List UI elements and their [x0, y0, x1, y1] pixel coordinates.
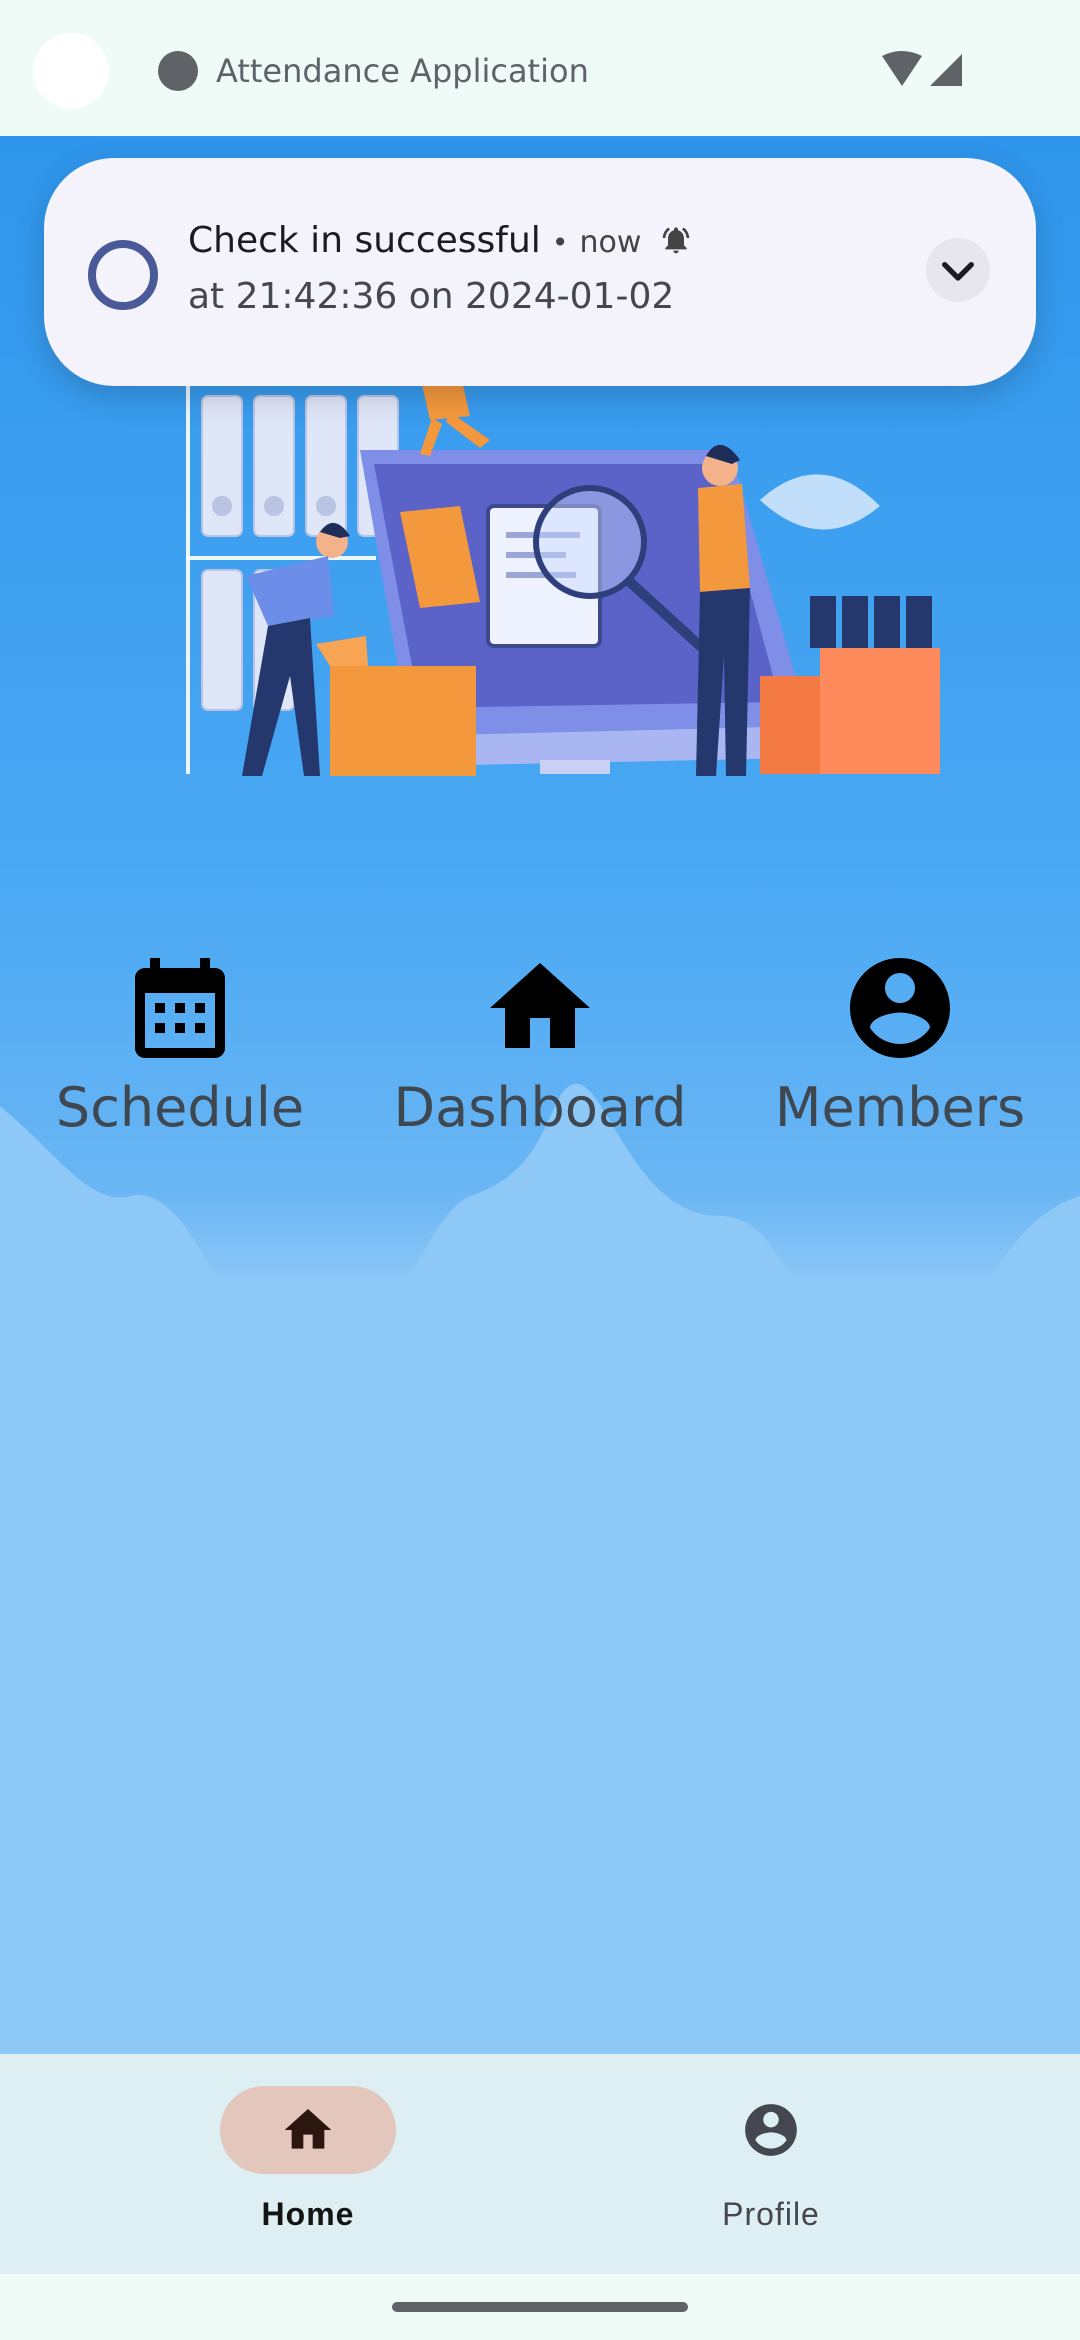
menu-item-schedule[interactable]: Schedule — [30, 948, 330, 1188]
check-in-notification[interactable]: Check in successful • now at 21:42:36 on… — [44, 158, 1036, 386]
nav-item-home[interactable]: Home — [158, 2086, 458, 2256]
notification-title: Check in successful — [188, 220, 541, 261]
bell-ringing-icon — [663, 227, 690, 254]
wifi-icon — [882, 51, 922, 86]
home-content: Schedule Dashboard Members — [0, 136, 1080, 2054]
nav-active-indicator — [220, 2086, 396, 2174]
menu-item-members[interactable]: Members — [750, 948, 1050, 1188]
notification-separator: • — [551, 226, 569, 259]
office-illustration — [186, 356, 940, 776]
gesture-area — [0, 2274, 1080, 2340]
chevron-down-icon — [942, 262, 974, 281]
notification-time: now — [579, 225, 642, 260]
notification-body: at 21:42:36 on 2024-01-02 — [188, 276, 675, 317]
nav-item-profile[interactable]: Profile — [621, 2086, 921, 2256]
home-indicator[interactable] — [392, 2302, 688, 2312]
status-bar: Attendance Application — [0, 0, 1080, 136]
nav-label-profile: Profile — [722, 2196, 820, 2232]
camera-cutout — [33, 33, 109, 109]
menu-item-dashboard[interactable]: Dashboard — [390, 948, 690, 1188]
home-icon — [490, 963, 590, 1048]
bottom-navigation: Home Profile — [0, 2054, 1080, 2274]
menu-label-dashboard: Dashboard — [393, 1076, 687, 1139]
expand-button[interactable] — [926, 238, 990, 302]
menu-label-schedule: Schedule — [55, 1076, 305, 1139]
cell-signal-icon — [930, 54, 962, 86]
home-icon — [284, 2109, 332, 2149]
status-app-title: Attendance Application — [216, 52, 589, 90]
menu-label-members: Members — [774, 1076, 1026, 1139]
nav-icon-container — [683, 2086, 859, 2174]
account-circle-icon — [745, 2104, 797, 2156]
nav-label-home: Home — [261, 2196, 355, 2232]
calendar-icon — [135, 958, 225, 1058]
notification-header: Check in successful • now — [188, 220, 692, 261]
app-status-icon — [158, 51, 198, 91]
signal-icons — [882, 51, 962, 86]
notification-app-icon — [88, 240, 158, 310]
account-circle-icon — [850, 958, 950, 1058]
